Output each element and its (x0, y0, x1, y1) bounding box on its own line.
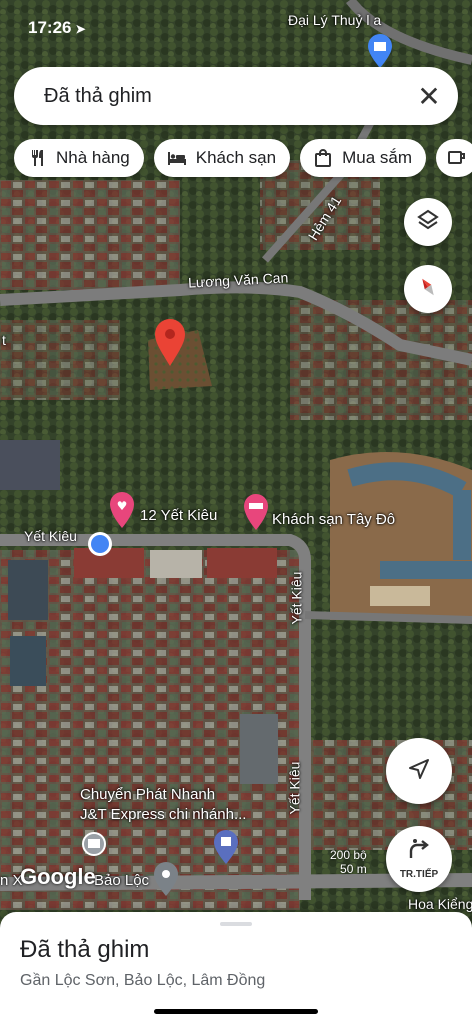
poi-label-khach-san-tay-do[interactable]: Khách sạn Tây Đô (272, 511, 395, 528)
chip-label: Khách sạn (195, 148, 277, 167)
current-location-icon (88, 532, 112, 556)
road-label-yet-kieu: Yết Kiêu (24, 528, 77, 544)
home-indicator[interactable] (154, 1009, 318, 1014)
shopping-bag-icon (312, 147, 334, 169)
coffee-icon (446, 147, 468, 169)
edge-label: t (2, 332, 6, 348)
status-time: 17:26 (28, 18, 72, 37)
sheet-drag-handle[interactable] (220, 922, 252, 926)
directions-button[interactable]: TR.TIẾP (386, 826, 452, 892)
poi-label-top[interactable]: Đại Lý Thuỷ l a (288, 12, 381, 28)
chip-coffee[interactable] (436, 139, 472, 177)
chip-label: Nhà hàng (56, 148, 130, 167)
compass-button[interactable] (404, 265, 452, 313)
poi-label-express-line1[interactable]: Chuyển Phát Nhanh (80, 786, 215, 803)
chip-restaurants[interactable]: Nhà hàng (14, 139, 144, 177)
search-query[interactable]: Đã thả ghim (14, 85, 400, 108)
road-label-yet-kieu-vertical-2: Yết Kiêu (286, 761, 303, 815)
mail-marker-icon[interactable] (82, 832, 106, 856)
category-chips: Nhà hàng Khách sạn Mua sắm (14, 139, 472, 177)
scale-ft: 200 bộ (330, 848, 367, 862)
bed-icon (166, 147, 188, 169)
fork-knife-icon (26, 147, 48, 169)
chip-hotels[interactable]: Khách sạn (153, 139, 291, 177)
svg-text:♥: ♥ (117, 499, 128, 513)
road-label-bao-loc: Bảo Lộc (94, 872, 150, 889)
poi-label-express-line2[interactable]: J&T Express chi nhánh... (80, 806, 246, 823)
location-arrow-icon: ➤ (75, 22, 86, 36)
poi-label-hoa-kieng[interactable]: Hoa Kiểng (408, 896, 472, 912)
road-label-yet-kieu-vertical: Yết Kiêu (288, 571, 305, 625)
layers-icon (416, 208, 440, 237)
place-title: Đã thả ghim (20, 936, 150, 963)
navigation-arrow-icon (406, 756, 432, 787)
compass-icon (415, 274, 441, 305)
close-icon[interactable]: ✕ (400, 67, 458, 125)
google-attribution: Google (20, 864, 96, 889)
layers-button[interactable] (404, 198, 452, 246)
search-bar[interactable]: Đã thả ghim ✕ (14, 67, 458, 125)
directions-label: TR.TIẾP (399, 869, 439, 880)
chip-label: Mua sắm (342, 148, 412, 167)
poi-label-12-yet-kieu[interactable]: 12 Yết Kiêu (140, 507, 217, 524)
place-bottom-sheet[interactable]: Đã thả ghim Gần Lộc Sơn, Bảo Lộc, Lâm Đồ… (0, 912, 472, 1024)
map-scale: 200 bộ 50 m (330, 848, 367, 876)
status-bar: 17:26 ➤ (28, 18, 86, 38)
directions-icon (406, 838, 432, 867)
place-address: Gần Lộc Sơn, Bảo Lộc, Lâm Đồng (20, 972, 266, 989)
my-location-button[interactable] (386, 738, 452, 804)
chip-shopping[interactable]: Mua sắm (300, 139, 426, 177)
scale-m: 50 m (340, 862, 367, 876)
